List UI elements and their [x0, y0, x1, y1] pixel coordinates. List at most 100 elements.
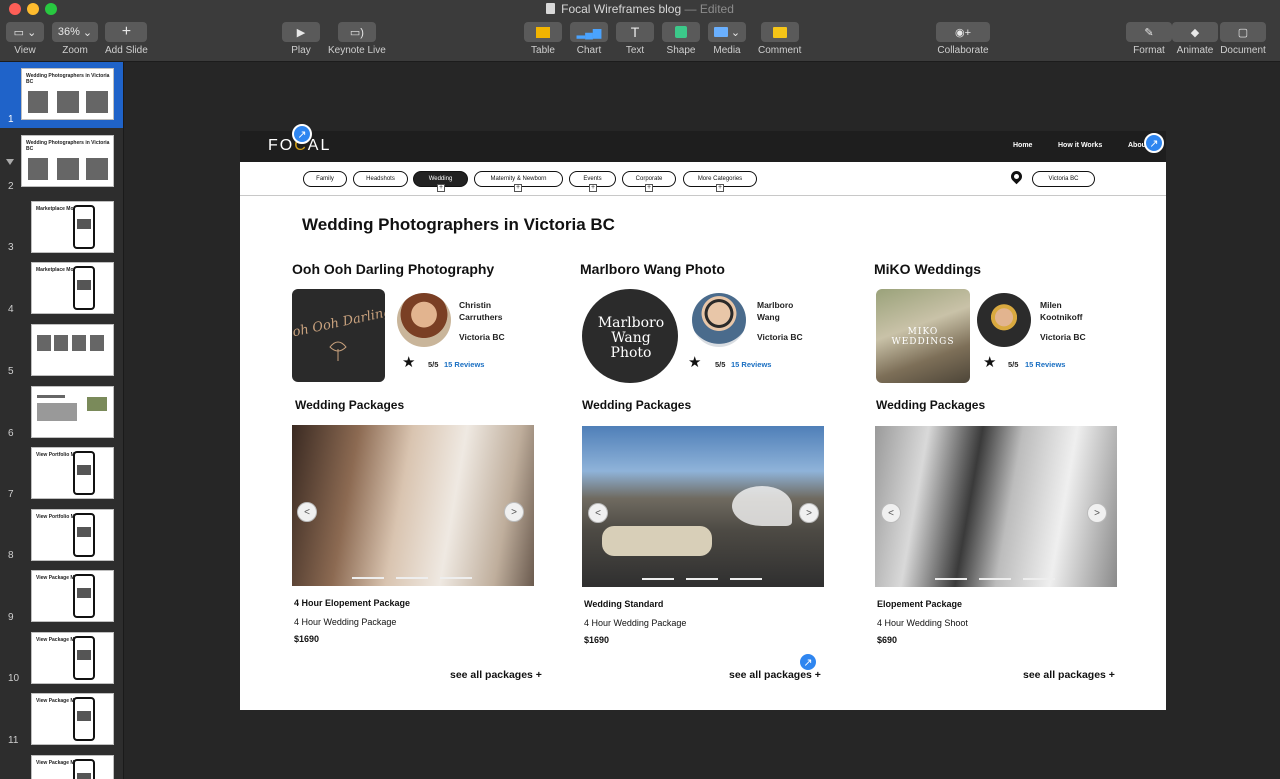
slide-navigator[interactable]: Wedding Photographers in Victoria BC 1 W… — [0, 62, 124, 779]
slide-thumbnail-11[interactable]: View Package Mobile — [31, 693, 114, 745]
slide-thumbnail-10[interactable]: View Package Mobile — [31, 632, 114, 684]
package-price: $1690 — [294, 634, 320, 644]
carousel-next-button[interactable]: > — [799, 503, 819, 523]
collaborator-cursor-icon: ↗ — [798, 652, 818, 672]
slide-thumbnail-6[interactable] — [31, 386, 114, 438]
keynote-live-button[interactable]: ▭) Keynote Live — [328, 22, 386, 56]
media-button[interactable]: ⌄ Media — [708, 22, 746, 56]
collaborate-icon: ◉+ — [936, 22, 990, 42]
star-icon: ★ — [402, 354, 416, 371]
see-all-packages-link[interactable]: see all packages + — [1023, 669, 1115, 681]
slide-thumbnail-4[interactable]: Marketplace Mobile — [31, 262, 114, 314]
plus-box-icon: + — [589, 184, 597, 192]
nav-home[interactable]: Home — [1013, 142, 1032, 149]
category-filter-bar: Family Headshots Wedding Maternity & New… — [240, 162, 1166, 196]
carousel-indicators — [935, 578, 1055, 580]
package-description: 4 Hour Wedding Shoot — [877, 618, 968, 628]
package-name: Wedding Standard — [584, 599, 664, 609]
carousel-next-button[interactable]: > — [1087, 503, 1107, 523]
package-price: $1690 — [584, 635, 610, 645]
collaborator-cursor-icon: ↗ — [1144, 133, 1164, 153]
package-photo[interactable]: < > — [582, 426, 824, 587]
format-button[interactable]: ✎ Format — [1126, 22, 1172, 56]
photographer-avatar[interactable] — [977, 293, 1031, 347]
studio-name[interactable]: Marlboro Wang Photo — [580, 261, 725, 277]
carousel-prev-button[interactable]: < — [881, 503, 901, 523]
collaborate-button[interactable]: ◉+ Collaborate — [936, 22, 990, 56]
filter-family[interactable]: Family — [303, 171, 347, 187]
view-button[interactable]: ▭ ⌄ View — [6, 22, 44, 56]
slide-thumbnail-8[interactable]: View Portfolio Mobile — [31, 509, 114, 561]
document-icon — [546, 3, 556, 14]
studio-logo[interactable]: MIKO WEDDINGS — [876, 289, 970, 383]
location-selector[interactable]: Victoria BC — [1032, 171, 1095, 187]
slide-thumbnail-2[interactable]: Wedding Photographers in Victoria BC — [21, 135, 114, 187]
carousel-indicators — [352, 577, 472, 579]
slide-thumbnail-5[interactable] — [31, 324, 114, 376]
package-name: Elopement Package — [877, 599, 963, 609]
window-title: Focal Wireframes blog — Edited — [0, 2, 1280, 16]
media-icon: ⌄ — [708, 22, 746, 42]
slide-thumbnail-12[interactable]: View Package Mobile — [31, 755, 114, 779]
package-description: 4 Hour Wedding Package — [294, 617, 397, 627]
play-button[interactable]: ▶ Play — [282, 22, 320, 56]
svg-text:Ooh Ooh Darling: Ooh Ooh Darling — [292, 305, 385, 343]
keynote-live-icon: ▭) — [337, 22, 376, 42]
photographer-city: Victoria BC — [757, 332, 803, 342]
slide-canvas[interactable]: FOCAL Home How it Works About Family Hea… — [240, 131, 1166, 710]
studio-logo[interactable]: Ooh Ooh Darling — [281, 289, 393, 382]
chart-button[interactable]: ▂▄▆ Chart — [570, 22, 608, 56]
disclosure-triangle-icon[interactable] — [6, 159, 14, 165]
photographer-avatar[interactable] — [692, 293, 746, 347]
ooh-ooh-darling-logo: Ooh Ooh Darling — [281, 305, 393, 361]
comment-icon — [760, 22, 799, 42]
studio-name[interactable]: Ooh Ooh Darling Photography — [292, 261, 494, 277]
rating: 5/5 — [1008, 360, 1019, 369]
vintage-car — [602, 526, 712, 556]
animate-button[interactable]: ◆ Animate — [1172, 22, 1218, 56]
text-button[interactable]: T Text — [616, 22, 654, 56]
carousel-prev-button[interactable]: < — [588, 503, 608, 523]
filter-headshots[interactable]: Headshots — [353, 171, 408, 187]
paintbrush-icon: ✎ — [1126, 22, 1172, 42]
slide-thumbnail-3[interactable]: Marketplace Mobile — [31, 201, 114, 253]
plus-box-icon: + — [645, 184, 653, 192]
studio-name[interactable]: MiKO Weddings — [874, 261, 981, 277]
table-button[interactable]: Table — [524, 22, 562, 56]
document-inspector-icon: ▢ — [1220, 22, 1266, 42]
shape-button[interactable]: Shape — [662, 22, 700, 56]
play-icon: ▶ — [282, 22, 320, 42]
package-price: $690 — [877, 635, 898, 645]
packages-heading: Wedding Packages — [582, 398, 692, 412]
reviews-link[interactable]: 15 Reviews — [444, 360, 484, 369]
slide-thumbnail-7[interactable]: View Portfolio Mobile — [31, 447, 114, 499]
studio-logo[interactable]: Marlboro Wang Photo — [582, 289, 678, 383]
slide-thumbnail-1[interactable]: Wedding Photographers in Victoria BC — [21, 68, 114, 120]
package-photo[interactable]: < > — [875, 426, 1117, 587]
location-pin-icon — [1008, 168, 1025, 185]
photographer-avatar[interactable] — [397, 293, 451, 347]
document-button[interactable]: ▢ Document — [1220, 22, 1266, 56]
packages-heading: Wedding Packages — [876, 398, 986, 412]
comment-button[interactable]: Comment — [758, 22, 801, 56]
add-slide-button[interactable]: + Add Slide — [105, 22, 148, 56]
reviews-link[interactable]: 15 Reviews — [731, 360, 771, 369]
package-photo[interactable]: < > — [292, 425, 534, 586]
animate-icon: ◆ — [1172, 22, 1218, 42]
slide-thumbnail-9[interactable]: View Package Mobile — [31, 570, 114, 622]
see-all-packages-link[interactable]: see all packages + — [450, 669, 542, 681]
site-header: FOCAL Home How it Works About — [240, 131, 1166, 162]
nav-how-it-works[interactable]: How it Works — [1058, 142, 1102, 149]
toolbar: Focal Wireframes blog — Edited ▭ ⌄ View … — [0, 0, 1280, 62]
photographer-name: Milen Kootnikoff — [1040, 300, 1083, 322]
text-icon: T — [616, 22, 654, 42]
plus-icon: + — [105, 22, 148, 42]
carousel-prev-button[interactable]: < — [297, 502, 317, 522]
reviews-link[interactable]: 15 Reviews — [1025, 360, 1065, 369]
photographer-name: Marlboro Wang — [757, 300, 794, 322]
plus-box-icon: + — [437, 184, 445, 192]
zoom-menu[interactable]: 36% ⌄ Zoom — [52, 22, 98, 56]
carousel-next-button[interactable]: > — [504, 502, 524, 522]
package-description: 4 Hour Wedding Package — [584, 618, 687, 628]
star-icon: ★ — [983, 354, 997, 371]
